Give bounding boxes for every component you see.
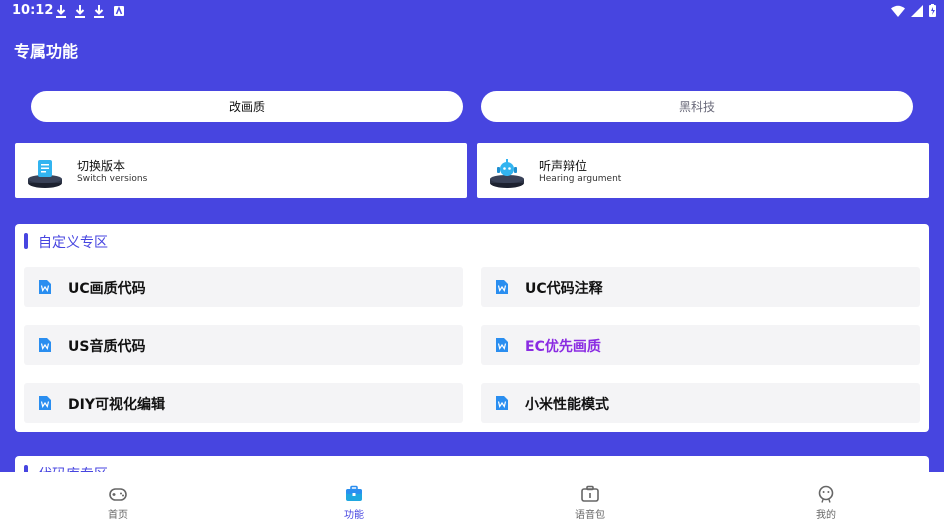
card-title: 听声辩位 xyxy=(539,159,588,173)
wifi-icon xyxy=(891,5,905,17)
nav-item-voice-pack[interactable]: 语音包 xyxy=(472,472,708,531)
custom-section-panel: 自定义专区 UC画质代码 UC代码注释 US音质代码 EC优先画质 DIY可视化… xyxy=(15,224,929,432)
item-label: 小米性能模式 xyxy=(525,397,609,413)
item-label: UC代码注释 xyxy=(525,281,603,297)
hearing-argument-card[interactable]: 听声辩位 Hearing argument xyxy=(477,143,929,198)
nav-label: 首页 xyxy=(108,510,128,521)
status-time: 10:12 xyxy=(12,3,54,18)
package-icon xyxy=(581,485,599,502)
document-icon xyxy=(39,280,51,294)
nav-label: 功能 xyxy=(344,510,364,521)
nav-label: 我的 xyxy=(816,510,836,521)
card-subtitle: Switch versions xyxy=(77,174,148,184)
download-icon xyxy=(94,5,104,18)
item-label: EC优先画质 xyxy=(525,339,601,355)
nav-item-features[interactable]: 功能 xyxy=(236,472,472,531)
card-subtitle: Hearing argument xyxy=(539,174,622,184)
status-icons xyxy=(891,4,936,17)
item-label: DIY可视化编辑 xyxy=(68,397,165,413)
bottom-navigation: 首页 功能 语音包 我的 xyxy=(0,472,944,531)
document-icon xyxy=(496,280,508,294)
list-item-ec-priority-quality[interactable]: EC优先画质 xyxy=(481,325,920,365)
document-pedestal-icon xyxy=(28,160,62,188)
document-icon xyxy=(39,396,51,410)
battery-icon xyxy=(929,4,936,17)
tab-improve-quality[interactable]: 改画质 xyxy=(31,91,463,122)
app-notification-icon xyxy=(114,6,124,16)
briefcase-icon xyxy=(346,485,362,501)
switch-versions-card[interactable]: 切换版本 Switch versions xyxy=(15,143,467,198)
download-icon xyxy=(56,5,66,18)
gamepad-icon xyxy=(109,488,127,501)
section-accent-bar xyxy=(24,233,28,249)
document-icon xyxy=(496,396,508,410)
tab-black-tech[interactable]: 黑科技 xyxy=(481,91,913,122)
page-title: 专属功能 xyxy=(14,42,79,61)
card-title: 切换版本 xyxy=(77,159,126,173)
nav-item-profile[interactable]: 我的 xyxy=(708,472,944,531)
download-icon xyxy=(75,5,85,18)
list-item-xiaomi-performance-mode[interactable]: 小米性能模式 xyxy=(481,383,920,423)
nav-label: 语音包 xyxy=(575,510,605,521)
document-icon xyxy=(496,338,508,352)
item-label: US音质代码 xyxy=(68,339,146,355)
smiley-icon xyxy=(818,485,834,503)
list-item-us-audio-code[interactable]: US音质代码 xyxy=(24,325,463,365)
status-bar: 10:12 xyxy=(0,0,944,22)
nav-item-home[interactable]: 首页 xyxy=(0,472,236,531)
list-item-diy-visual-editor[interactable]: DIY可视化编辑 xyxy=(24,383,463,423)
list-item-uc-code-comments[interactable]: UC代码注释 xyxy=(481,267,920,307)
signal-icon xyxy=(911,4,923,17)
item-label: UC画质代码 xyxy=(68,281,146,297)
robot-pedestal-icon xyxy=(490,159,524,188)
document-icon xyxy=(39,338,51,352)
list-item-uc-quality-code[interactable]: UC画质代码 xyxy=(24,267,463,307)
section-title: 自定义专区 xyxy=(38,235,108,251)
